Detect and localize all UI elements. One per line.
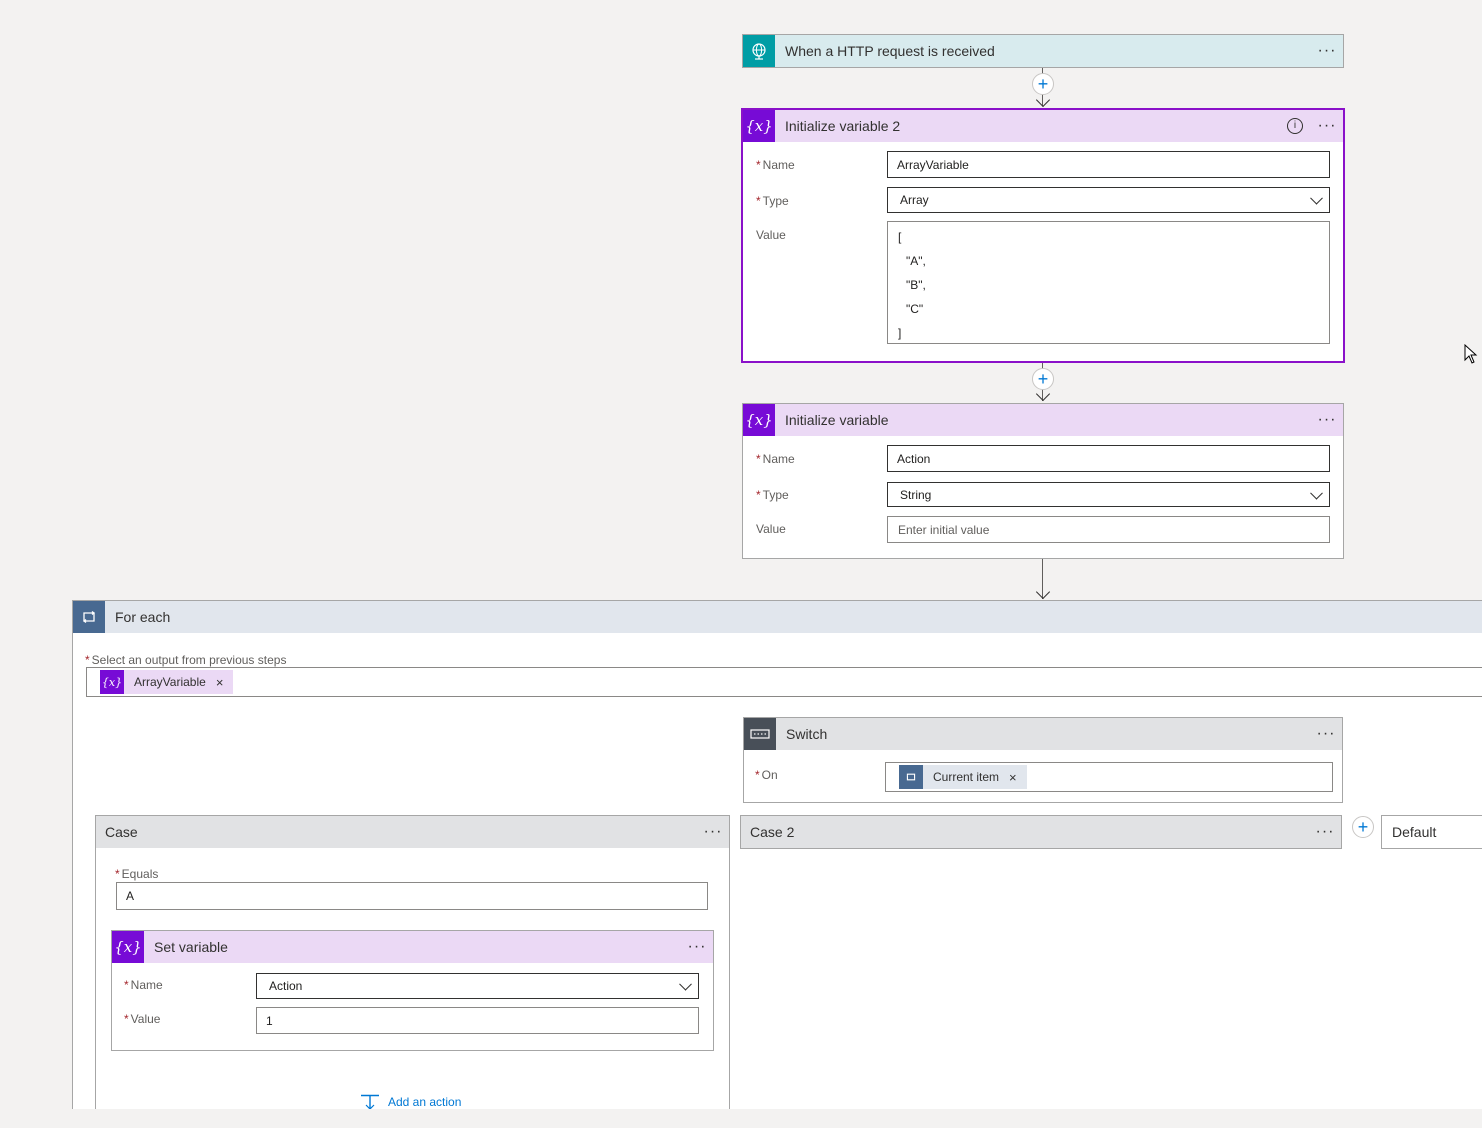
card-more-button[interactable]: ··· [1311,117,1343,135]
switch-icon [744,718,776,750]
card-more-button[interactable]: ··· [1311,411,1343,429]
trigger-more-button[interactable]: ··· [1311,42,1343,60]
remove-token-button[interactable]: × [1009,770,1017,785]
case-2-title: Case 2 [750,824,795,840]
chevron-down-icon [679,977,692,991]
token-label: ArrayVariable [134,675,206,689]
equals-label: * Equals [115,867,159,881]
initialize-variable-2-card[interactable]: {x} Initialize variable 2 i ··· * Name Ar… [741,108,1345,363]
on-label: * On [755,768,778,782]
initialize-variable-card[interactable]: {x} Initialize variable ··· * Name Action… [742,403,1344,559]
insert-step-button[interactable]: + [1032,73,1054,95]
chevron-down-icon [1310,191,1323,205]
card-title: Initialize variable 2 [785,118,901,134]
switch-card[interactable]: Switch ··· * On Current item × [743,717,1343,803]
for-each-title: For each [115,609,171,625]
value-label: * Value [124,1012,161,1026]
value-label: Value [756,522,786,536]
info-icon[interactable]: i [1287,118,1303,134]
add-action-icon [361,1094,379,1110]
chevron-down-icon [1310,486,1323,500]
name-value: Action [269,979,303,993]
value-line: "B", [906,278,926,292]
name-input[interactable]: Action [887,445,1330,472]
value-textarea[interactable]: [ "A", "B", "C" ] [887,221,1330,344]
type-dropdown[interactable]: String [887,482,1330,507]
type-label: * Type [756,194,789,208]
globe-icon [743,35,775,67]
value-label: Value [756,228,786,242]
name-dropdown[interactable]: Action [256,973,699,999]
http-trigger-card[interactable]: When a HTTP request is received ··· [742,34,1344,68]
variable-icon: {x} [100,670,124,694]
case-container[interactable]: Case ··· * Equals A {x} Set variable ··· … [95,815,730,1110]
type-value: Array [900,193,929,207]
type-dropdown[interactable]: Array [887,187,1330,213]
add-action-button[interactable]: Add an action [360,1094,461,1110]
case-2-card[interactable]: Case 2 ··· [740,815,1342,849]
name-input[interactable]: ArrayVariable [887,151,1330,178]
type-label: * Type [756,488,789,502]
mouse-cursor-icon [1464,344,1478,364]
switch-title: Switch [786,726,828,742]
current-item-token: Current item × [899,765,1027,789]
card-more-button[interactable]: ··· [681,938,713,956]
value-line: "A", [906,254,926,268]
card-title: Set variable [154,939,228,955]
equals-input[interactable]: A [116,882,708,910]
value-line: "C" [906,302,924,316]
value-input[interactable]: Enter initial value [887,516,1330,543]
value-placeholder: Enter initial value [898,522,990,537]
type-value: String [900,487,932,502]
case-more-button[interactable]: ··· [697,823,729,841]
on-input[interactable]: Current item × [885,762,1333,792]
connector-arrow [1035,92,1051,108]
name-label: * Name [756,158,795,172]
card-title: Initialize variable [785,412,889,428]
variable-icon: {x} [743,404,775,436]
name-label: * Name [756,452,795,466]
variable-icon: {x} [112,931,144,963]
array-variable-token: {x} ArrayVariable × [100,670,234,694]
value-input[interactable]: 1 [256,1007,699,1034]
token-label: Current item [933,770,1000,784]
default-title: Default [1392,824,1437,840]
loop-icon [73,601,105,633]
add-action-label: Add an action [388,1095,462,1109]
value-line: ] [898,326,902,340]
select-output-label: * Select an output from previous steps [85,653,287,667]
default-case-card[interactable]: Default [1381,815,1482,849]
connector-arrow [1035,584,1051,600]
set-variable-card[interactable]: {x} Set variable ··· * Name Action * Value… [111,930,714,1051]
select-output-input[interactable]: {x} ArrayVariable × [86,667,1482,697]
switch-more-button[interactable]: ··· [1310,725,1342,743]
add-case-button[interactable]: + [1352,816,1374,838]
trigger-title: When a HTTP request is received [785,43,995,59]
name-label: * Name [124,978,163,992]
canvas-bottom-edge [0,1109,1482,1128]
case-title: Case [105,824,138,840]
value-line: [ [898,230,902,244]
loop-icon [899,765,923,789]
case-2-more-button[interactable]: ··· [1309,823,1341,841]
variable-icon: {x} [743,110,775,142]
remove-token-button[interactable]: × [216,675,224,690]
